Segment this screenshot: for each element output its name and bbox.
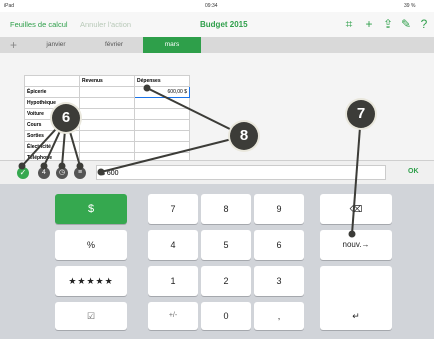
- clock-label: 09:34: [205, 3, 218, 9]
- callout-6: 6: [52, 104, 80, 132]
- app-toolbar: Feuilles de calcul Annuler l'action Budg…: [0, 12, 434, 37]
- digit-7-key[interactable]: 7: [148, 194, 198, 224]
- cell[interactable]: [79, 86, 135, 98]
- tab-janvier[interactable]: janvier: [28, 37, 84, 53]
- cell[interactable]: [79, 119, 135, 131]
- table-row: Épicerie 600,00 $: [24, 86, 190, 98]
- budget-table: Revenus Dépenses Épicerie 600,00 $ Hypot…: [24, 75, 190, 164]
- wrench-icon[interactable]: ✎: [399, 17, 413, 31]
- ok-button[interactable]: OK: [408, 168, 419, 175]
- digit-3-key[interactable]: 3: [254, 266, 304, 296]
- table-row: Sorties: [24, 130, 190, 142]
- cell[interactable]: [79, 130, 135, 142]
- corner-cell: [24, 75, 80, 87]
- cell[interactable]: [79, 108, 135, 120]
- callout-8: 8: [230, 122, 258, 150]
- document-title: Budget 2015: [200, 20, 248, 29]
- column-header-depenses: Dépenses: [134, 75, 190, 87]
- digit-4-key[interactable]: 4: [148, 230, 198, 260]
- undo-button[interactable]: Annuler l'action: [80, 20, 131, 29]
- row-label[interactable]: Électricité: [24, 141, 80, 153]
- table-row: Électricité: [24, 141, 190, 153]
- brush-icon[interactable]: ⌗: [342, 17, 356, 31]
- help-icon[interactable]: ?: [417, 17, 431, 31]
- sheet-tabs: + janvier février mars: [0, 37, 434, 53]
- percent-format-key[interactable]: %: [55, 230, 127, 260]
- cell[interactable]: [79, 97, 135, 109]
- currency-format-key[interactable]: $: [55, 194, 127, 224]
- add-icon[interactable]: +: [362, 17, 376, 31]
- text-mode-icon[interactable]: ≡: [74, 167, 86, 179]
- digit-6-key[interactable]: 6: [254, 230, 304, 260]
- formula-input[interactable]: $ 600: [96, 165, 386, 180]
- digit-0-key[interactable]: 0: [201, 302, 251, 330]
- cell[interactable]: [134, 141, 190, 153]
- selected-cell[interactable]: 600,00 $: [134, 86, 190, 98]
- column-header-revenus: Revenus: [79, 75, 135, 87]
- cell[interactable]: [134, 119, 190, 131]
- digit-8-key[interactable]: 8: [201, 194, 251, 224]
- next-line-key[interactable]: nouv.→: [320, 230, 392, 260]
- table-row: Voiture: [24, 108, 190, 120]
- decimal-key[interactable]: ,: [254, 302, 304, 330]
- numeric-keyboard: $ % ★★★★★ ☑ 7 8 9 4 5 6 1 2 3 +/- 0 , ⌫ …: [0, 184, 434, 339]
- status-bar: iPad 09:34 39 %: [0, 0, 434, 12]
- battery-label: 39 %: [404, 3, 416, 9]
- checkbox-format-key[interactable]: ☑: [55, 302, 127, 330]
- screen: { "status_bar": {"carrier": "iPad", "tim…: [0, 0, 434, 339]
- row-label[interactable]: Sorties: [24, 130, 80, 142]
- cell[interactable]: [134, 108, 190, 120]
- add-sheet-button[interactable]: +: [10, 38, 17, 52]
- formula-bar: ✓ 4 ◷ ≡ $ 600 OK: [0, 160, 434, 186]
- table-header-row: Revenus Dépenses: [24, 75, 190, 87]
- cell[interactable]: [134, 97, 190, 109]
- row-label[interactable]: Épicerie: [24, 86, 80, 98]
- digit-9-key[interactable]: 9: [254, 194, 304, 224]
- tab-mars[interactable]: mars: [143, 37, 201, 53]
- enter-key[interactable]: ↵: [320, 266, 392, 330]
- share-icon[interactable]: ⇪: [381, 17, 395, 31]
- table-row: Hypothèque: [24, 97, 190, 109]
- plus-minus-key[interactable]: +/-: [148, 302, 198, 330]
- table-row: Cours: [24, 119, 190, 131]
- number-mode-icon[interactable]: 4: [38, 167, 50, 179]
- callout-7: 7: [347, 100, 375, 128]
- digit-1-key[interactable]: 1: [148, 266, 198, 296]
- cell[interactable]: [134, 130, 190, 142]
- tab-fevrier[interactable]: février: [86, 37, 142, 53]
- cell[interactable]: [79, 141, 135, 153]
- delete-key[interactable]: ⌫: [320, 194, 392, 224]
- digit-5-key[interactable]: 5: [201, 230, 251, 260]
- accept-check-icon[interactable]: ✓: [17, 167, 29, 179]
- rating-format-key[interactable]: ★★★★★: [55, 266, 127, 296]
- digit-2-key[interactable]: 2: [201, 266, 251, 296]
- carrier-label: iPad: [4, 3, 15, 9]
- date-mode-icon[interactable]: ◷: [56, 167, 68, 179]
- spreadsheets-back-button[interactable]: Feuilles de calcul: [10, 20, 68, 29]
